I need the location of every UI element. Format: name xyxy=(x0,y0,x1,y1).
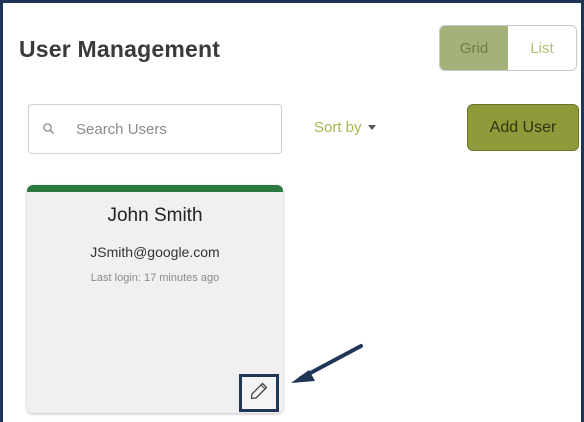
caret-down-icon xyxy=(367,125,376,130)
sort-by-label: Sort by xyxy=(314,119,362,136)
page-title: User Management xyxy=(19,36,221,62)
view-toggle: Grid List xyxy=(439,25,577,71)
add-user-button[interactable]: Add User xyxy=(467,104,579,151)
pencil-icon xyxy=(249,381,269,406)
arrow-icon xyxy=(291,344,363,383)
user-card[interactable]: John Smith JSmith@google.com Last login:… xyxy=(27,185,283,413)
search-box[interactable] xyxy=(28,104,282,154)
search-input[interactable] xyxy=(76,120,266,138)
sort-by-dropdown[interactable]: Sort by xyxy=(314,119,376,136)
search-icon xyxy=(42,122,56,136)
user-email: JSmith@google.com xyxy=(90,244,220,260)
list-view-button[interactable]: List xyxy=(508,26,576,70)
user-name: John Smith xyxy=(107,205,203,226)
app-window: User Management Grid List Sort by Add Us… xyxy=(0,0,584,422)
user-last-login: Last login: 17 minutes ago xyxy=(90,272,220,284)
edit-user-button[interactable] xyxy=(239,374,279,412)
grid-view-button[interactable]: Grid xyxy=(440,26,508,70)
